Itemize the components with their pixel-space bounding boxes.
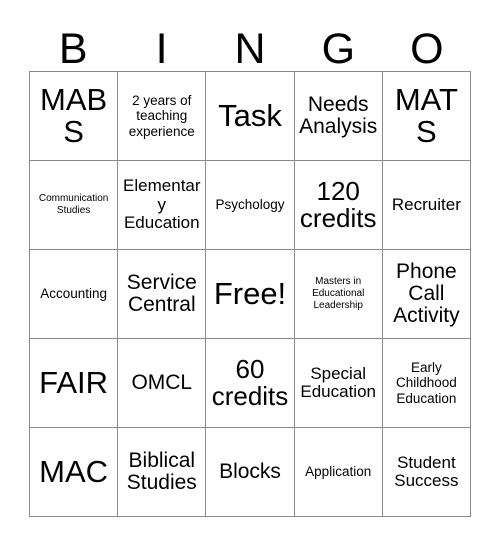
bingo-header-letter-g: G <box>321 25 356 73</box>
bingo-cell[interactable]: Accounting <box>30 250 119 339</box>
bingo-cell-label: Service Central <box>126 270 197 316</box>
bingo-cell[interactable]: MABS <box>30 72 119 161</box>
bingo-cell-label: FAIR <box>39 365 109 401</box>
bingo-cell[interactable]: Special Education <box>294 339 383 428</box>
bingo-cell-label: Elementary Education <box>123 176 201 233</box>
bingo-cell-label: Needs Analysis <box>299 92 378 138</box>
bingo-cell-label: Communication Studies <box>38 193 109 216</box>
bingo-cell-label: Accounting <box>40 286 107 302</box>
bingo-cell[interactable]: Application <box>294 428 383 517</box>
bingo-cell[interactable]: Early Childhood Education <box>382 339 471 428</box>
bingo-cell[interactable]: Communication Studies <box>30 161 119 250</box>
bingo-cell-label: MABS <box>40 82 108 149</box>
bingo-cell[interactable]: Elementary Education <box>118 161 207 250</box>
bingo-cell[interactable]: Needs Analysis <box>294 72 383 161</box>
bingo-cell-label: Special Education <box>300 363 376 401</box>
bingo-cell-label: Student Success <box>394 452 459 490</box>
bingo-cell[interactable]: Task <box>206 72 295 161</box>
bingo-cell[interactable]: OMCL <box>118 339 207 428</box>
bingo-cell-label: Blocks <box>219 459 281 483</box>
bingo-card: B I N G O MABS 2 years of teaching exper… <box>29 19 471 517</box>
bingo-cell[interactable]: MAC <box>30 428 119 517</box>
bingo-header-row: B I N G O <box>29 19 471 71</box>
bingo-cell[interactable]: 120 credits <box>294 161 383 250</box>
bingo-header-letter-n: N <box>234 25 266 73</box>
bingo-cell-label: Application <box>305 464 372 480</box>
bingo-cell-label: Free! <box>213 276 287 312</box>
bingo-cell-label: Masters in Educational Leadership <box>312 276 365 311</box>
bingo-cell-label: Early Childhood Education <box>395 360 457 406</box>
bingo-cell-label: Phone Call Activity <box>393 259 460 328</box>
bingo-header-letter-b: B <box>58 25 88 73</box>
bingo-cell[interactable]: Blocks <box>206 428 295 517</box>
bingo-grid: MABS 2 years of teaching experience Task… <box>29 71 471 517</box>
bingo-cell[interactable]: FAIR <box>30 339 119 428</box>
bingo-cell[interactable]: Service Central <box>118 250 207 339</box>
bingo-cell[interactable]: Biblical Studies <box>118 428 207 517</box>
bingo-cell-label: 2 years of teaching experience <box>128 93 195 139</box>
bingo-cell-label: Recruiter <box>391 194 461 214</box>
bingo-cell-label: MAC <box>39 454 109 490</box>
bingo-cell[interactable]: Psychology <box>206 161 295 250</box>
bingo-cell-label: Task <box>218 98 282 134</box>
bingo-header-letter-i: I <box>155 25 168 73</box>
bingo-cell[interactable]: 2 years of teaching experience <box>118 72 207 161</box>
bingo-cell-label: Psychology <box>215 197 285 213</box>
bingo-cell[interactable]: Phone Call Activity <box>382 250 471 339</box>
bingo-cell[interactable]: 60 credits <box>206 339 295 428</box>
bingo-cell[interactable]: Masters in Educational Leadership <box>294 250 383 339</box>
bingo-cell-label: Biblical Studies <box>126 448 197 494</box>
bingo-cell-label: MATS <box>394 82 458 149</box>
bingo-header-letter-o: O <box>410 25 444 73</box>
bingo-cell-free-space[interactable]: Free! <box>206 250 295 339</box>
bingo-cell[interactable]: Student Success <box>382 428 471 517</box>
bingo-cell-label: 60 credits <box>211 353 289 411</box>
bingo-cell-label: OMCL <box>131 370 193 394</box>
bingo-cell[interactable]: Recruiter <box>382 161 471 250</box>
bingo-cell[interactable]: MATS <box>382 72 471 161</box>
bingo-cell-label: 120 credits <box>299 175 377 233</box>
